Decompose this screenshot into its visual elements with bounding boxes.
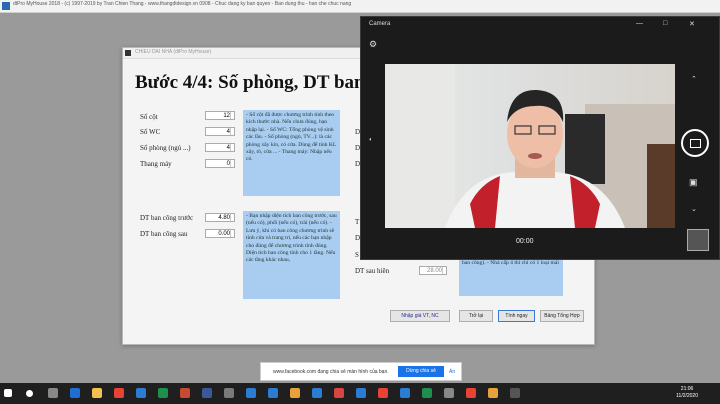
label-so-wc: Số WC bbox=[140, 128, 161, 136]
label-so-cot: Số cột bbox=[140, 113, 158, 121]
tro-lai-button[interactable]: Trở lại bbox=[459, 310, 493, 322]
video-icon bbox=[690, 139, 701, 148]
app-icon-13[interactable] bbox=[466, 388, 476, 398]
edge-icon[interactable] bbox=[70, 388, 80, 398]
label-thang-may: Thang máy bbox=[140, 160, 172, 168]
dt-sau-hien-input[interactable]: 28.00 bbox=[419, 266, 447, 275]
maximize-icon[interactable]: □ bbox=[663, 20, 667, 27]
nhap-gia-button[interactable]: Nhập giá VT, NC bbox=[390, 310, 450, 322]
app-icon-10[interactable] bbox=[400, 388, 410, 398]
hide-button[interactable]: Ẩn bbox=[449, 369, 455, 375]
right-label-6: S bbox=[355, 251, 359, 259]
app-icon-2[interactable] bbox=[224, 388, 234, 398]
app-icon-8[interactable] bbox=[356, 388, 366, 398]
app-icon-5[interactable] bbox=[290, 388, 300, 398]
label-so-phong: Số phòng (ngủ ...) bbox=[140, 144, 191, 152]
search-icon[interactable] bbox=[26, 390, 33, 397]
clock-time: 21:06 bbox=[680, 386, 694, 392]
app-title: dtPro MyHouse 2018 - (c) 1997-2019 by Tr… bbox=[13, 1, 352, 7]
step-heading: Bước 4/4: Số phòng, DT ban bbox=[135, 72, 365, 93]
excel-icon[interactable] bbox=[158, 388, 168, 398]
app-icon-6[interactable] bbox=[312, 388, 322, 398]
start-icon[interactable] bbox=[4, 389, 12, 397]
so-cot-input[interactable]: 12 bbox=[205, 111, 235, 120]
recording-timer: 00:00 bbox=[516, 238, 534, 245]
ban-cong-truoc-input[interactable]: 4.80 bbox=[205, 213, 235, 222]
stop-sharing-button[interactable]: Dừng chia sẻ bbox=[398, 366, 444, 377]
camera-app-icon[interactable] bbox=[510, 388, 520, 398]
note-ban-cong: - Bạn nhập diện tích ban công trước, sau… bbox=[243, 211, 340, 299]
chevron-down-icon[interactable]: ⌄ bbox=[691, 205, 697, 213]
app-icon-4[interactable] bbox=[268, 388, 278, 398]
share-text: www.facebook.com đang chia sẻ màn hình c… bbox=[273, 369, 389, 375]
app-icon-14[interactable] bbox=[488, 388, 498, 398]
close-icon[interactable]: ✕ bbox=[689, 20, 695, 28]
camera-title: Camera bbox=[369, 21, 391, 27]
bang-tong-hop-button[interactable]: Bảng Tổng Hợp bbox=[540, 310, 584, 322]
app-icon-11[interactable] bbox=[422, 388, 432, 398]
person-image bbox=[385, 64, 675, 228]
so-wc-input[interactable]: 4 bbox=[205, 127, 235, 136]
chrome-icon[interactable] bbox=[114, 388, 124, 398]
app-icon bbox=[2, 2, 10, 10]
video-record-button[interactable] bbox=[681, 129, 709, 157]
hdr-icon[interactable]: ◐ bbox=[369, 137, 373, 143]
folder-icon[interactable] bbox=[92, 388, 102, 398]
so-phong-input[interactable]: 4 bbox=[205, 143, 235, 152]
camera-preview bbox=[385, 64, 675, 228]
right-label-4: T bbox=[355, 218, 360, 226]
label-ban-cong-truoc: DT ban công trước bbox=[140, 214, 194, 222]
note-mai: ban công). - Nhà cấp 4 thì chỉ có 1 loại… bbox=[459, 258, 563, 296]
minimize-icon[interactable]: — bbox=[636, 20, 643, 27]
word-icon[interactable] bbox=[136, 388, 146, 398]
powerpoint-icon[interactable] bbox=[180, 388, 190, 398]
taskbar: 21:06 11/2/2020 bbox=[0, 383, 720, 404]
app-icon-12[interactable] bbox=[444, 388, 454, 398]
app-icon-3[interactable] bbox=[246, 388, 256, 398]
app-titlebar: dtPro MyHouse 2018 - (c) 1997-2019 by Tr… bbox=[0, 0, 720, 13]
app-icon-9[interactable] bbox=[378, 388, 388, 398]
settings-icon[interactable]: ⚙ bbox=[369, 39, 377, 50]
clock-date: 11/2/2020 bbox=[676, 393, 698, 399]
screen-share-bar: www.facebook.com đang chia sẻ màn hình c… bbox=[260, 362, 462, 381]
gallery-thumbnail[interactable] bbox=[687, 229, 709, 251]
app-icon-1[interactable] bbox=[202, 388, 212, 398]
ban-cong-sau-input[interactable]: 0.00 bbox=[205, 229, 235, 238]
app-icon-7[interactable] bbox=[334, 388, 344, 398]
label-ban-cong-sau: DT ban công sau bbox=[140, 230, 188, 238]
camera-window: Camera — □ ✕ ⚙ 00:00 ⌃ ▣ ⌄ ◐ bbox=[360, 16, 720, 260]
dialog-title: CHIEU DAI NHA (dtPro MyHouse) bbox=[135, 49, 212, 55]
tinh-ngay-button[interactable]: Tính ngay bbox=[498, 310, 535, 322]
chevron-up-icon[interactable]: ⌃ bbox=[691, 75, 697, 83]
task-view-icon[interactable] bbox=[48, 388, 58, 398]
dialog-icon bbox=[125, 50, 131, 56]
dt-sau-hien-label: DT sau hiên bbox=[355, 267, 390, 275]
photo-mode-icon[interactable]: ▣ bbox=[689, 177, 698, 188]
taskbar-clock: 21:06 11/2/2020 bbox=[676, 386, 698, 400]
thang-may-input[interactable]: 0 bbox=[205, 159, 235, 168]
note-so-cot: - Số cột đã được chương trình tính theo … bbox=[243, 110, 340, 196]
